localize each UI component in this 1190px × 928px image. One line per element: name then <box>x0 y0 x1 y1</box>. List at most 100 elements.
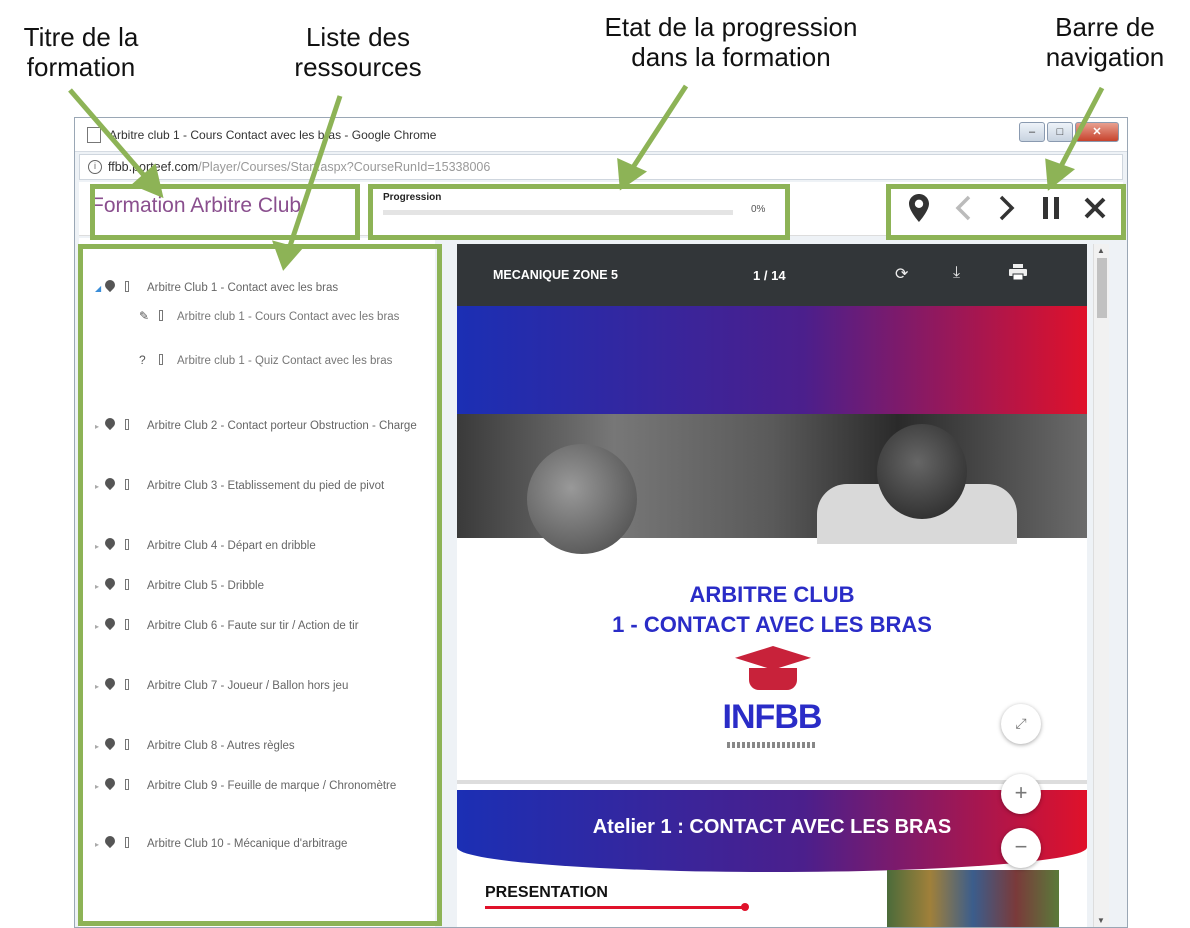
basketball-image <box>527 444 637 554</box>
location-pin-icon <box>102 615 118 631</box>
download-icon[interactable]: ⤓ <box>953 264 960 282</box>
location-pin-icon <box>102 735 118 751</box>
checkbox-icon <box>125 779 129 790</box>
list-item[interactable]: ◢ Arbitre Club 1 - Contact avec les bras <box>95 277 431 297</box>
page-total: 14 <box>771 268 786 283</box>
presentation-heading: PRESENTATION <box>485 884 608 901</box>
list-subitem-label: Arbitre club 1 - Cours Contact avec les … <box>177 311 400 323</box>
location-pin-icon <box>102 415 118 431</box>
location-pin-icon <box>102 475 118 491</box>
list-subitem-label: Arbitre club 1 - Quiz Contact avec les b… <box>177 355 393 367</box>
expand-arrow-icon[interactable]: ▸ <box>95 678 99 695</box>
next-icon[interactable] <box>993 191 1021 225</box>
expand-arrow-icon[interactable]: ▸ <box>95 538 99 555</box>
paperclip-icon: ✎ <box>139 309 150 323</box>
expand-arrow-icon[interactable]: ▸ <box>95 478 99 495</box>
window-titlebar: Arbitre club 1 - Cours Contact avec les … <box>75 118 1127 152</box>
slide-title-line1: ARBITRE CLUB <box>689 582 855 607</box>
scroll-down-icon[interactable]: ▼ <box>1097 916 1105 925</box>
callout-course-title: Titre de la formation <box>23 22 139 82</box>
close-window-button[interactable]: ✕ <box>1075 122 1119 142</box>
window-title: Arbitre club 1 - Cours Contact avec les … <box>109 127 437 142</box>
url-path: /Player/Courses/Start.aspx?CourseRunId=1… <box>198 160 491 174</box>
viewer-scrollbar[interactable]: ▲ ▼ <box>1093 244 1109 927</box>
logo-subtitle <box>727 742 817 748</box>
slide-page: ARBITRE CLUB 1 - CONTACT AVEC LES BRAS I… <box>457 306 1087 927</box>
checkbox-icon <box>125 419 129 430</box>
list-item-label: Arbitre Club 3 - Etablissement du pied d… <box>147 480 385 492</box>
expand-arrow-icon[interactable]: ▸ <box>95 778 99 795</box>
resources-list: ◢ Arbitre Club 1 - Contact avec les bras … <box>79 238 435 927</box>
location-pin-icon <box>102 775 118 791</box>
progress-percent: 0% <box>751 204 766 215</box>
previous-icon[interactable] <box>949 191 977 225</box>
callout-progress: Etat de la progression dans la formation <box>604 12 858 72</box>
list-item[interactable]: ▸ Arbitre Club 10 - Mécanique d'arbitrage <box>95 833 431 853</box>
expand-arrow-icon[interactable]: ▸ <box>95 418 99 435</box>
list-item[interactable]: ▸ Arbitre Club 7 - Joueur / Ballon hors j… <box>95 675 431 695</box>
page-current[interactable]: 1 <box>753 268 760 283</box>
scroll-thumb[interactable] <box>1097 258 1107 318</box>
location-pin-icon <box>102 675 118 691</box>
callout-navigation: Barre de navigation <box>1045 12 1165 72</box>
expand-arrow-icon[interactable]: ▸ <box>95 618 99 635</box>
progress-label: Progression <box>383 192 442 203</box>
expand-arrow-icon[interactable]: ▸ <box>95 738 99 755</box>
list-item[interactable]: ▸ Arbitre Club 8 - Autres règles <box>95 735 431 755</box>
zoom-out-button[interactable]: − <box>1001 828 1041 868</box>
document-name: MECANIQUE ZONE 5 <box>493 268 619 282</box>
list-item[interactable]: ▸ Arbitre Club 3 - Etablissement du pied … <box>95 475 431 495</box>
maximize-button[interactable]: □ <box>1047 122 1073 142</box>
list-item-label: Arbitre Club 5 - Dribble <box>147 580 264 592</box>
list-item[interactable]: ▸ Arbitre Club 9 - Feuille de marque / Ch… <box>95 775 431 795</box>
list-item[interactable]: ▸ Arbitre Club 6 - Faute sur tir / Action… <box>95 615 431 635</box>
rotate-icon[interactable]: ⟳ <box>895 264 908 284</box>
close-icon[interactable] <box>1081 191 1109 225</box>
url-host: ffbb.porteef.com <box>108 160 199 174</box>
location-pin-icon <box>102 535 118 551</box>
callout-resources-list: Liste des ressources <box>294 22 422 82</box>
list-item-label: Arbitre Club 9 - Feuille de marque / Chr… <box>147 780 397 792</box>
address-bar[interactable]: i ffbb.porteef.com /Player/Courses/Start… <box>79 154 1123 180</box>
list-item-label: Arbitre Club 4 - Départ en dribble <box>147 540 316 552</box>
progress-bar <box>383 210 733 215</box>
checkbox-icon <box>125 837 129 848</box>
location-pin-icon <box>102 833 118 849</box>
minimize-button[interactable]: – <box>1019 122 1045 142</box>
list-item[interactable]: ▸ Arbitre Club 2 - Contact porteur Obstru… <box>95 415 431 435</box>
infbb-logo: INFBB <box>722 698 823 736</box>
expand-arrow-icon[interactable]: ▸ <box>95 578 99 595</box>
presentation-underline <box>485 906 747 909</box>
location-pin-icon <box>102 575 118 591</box>
info-icon[interactable]: i <box>88 160 102 174</box>
checkbox-icon <box>159 310 163 321</box>
slide-title: ARBITRE CLUB 1 - CONTACT AVEC LES BRAS <box>457 580 1087 640</box>
print-icon[interactable] <box>1009 264 1027 285</box>
zoom-in-button[interactable]: + <box>1001 774 1041 814</box>
list-item[interactable]: ▸ Arbitre Club 4 - Départ en dribble <box>95 535 431 555</box>
checkbox-icon <box>125 579 129 590</box>
expand-arrow-icon[interactable]: ▸ <box>95 836 99 853</box>
checkbox-icon <box>125 539 129 550</box>
list-item-label: Arbitre Club 8 - Autres règles <box>147 740 295 752</box>
document-icon <box>87 126 101 143</box>
list-item-label: Arbitre Club 6 - Faute sur tir / Action … <box>147 620 359 632</box>
list-item-label: Arbitre Club 7 - Joueur / Ballon hors je… <box>147 680 349 692</box>
fit-page-button[interactable]: ⤢ <box>1001 704 1041 744</box>
location-pin-icon[interactable] <box>905 191 933 225</box>
list-item[interactable]: ▸ Arbitre Club 5 - Dribble <box>95 575 431 595</box>
list-subitem[interactable]: ? Arbitre club 1 - Quiz Contact avec les … <box>139 352 429 370</box>
expand-arrow-icon[interactable]: ◢ <box>95 280 101 297</box>
list-subitem[interactable]: ✎ Arbitre club 1 - Cours Contact avec les… <box>139 308 429 326</box>
presentation-underline-dot <box>741 903 749 911</box>
pause-icon[interactable] <box>1037 191 1065 225</box>
scroll-up-icon[interactable]: ▲ <box>1097 246 1105 255</box>
crowd-photo <box>887 870 1059 927</box>
course-title: Formation Arbitre Club <box>91 194 302 217</box>
location-pin-icon <box>102 277 118 293</box>
player-header: Formation Arbitre Club Progression 0% <box>79 182 1123 236</box>
basketball-photo <box>457 414 1087 554</box>
progress-section: Progression 0% <box>377 190 785 226</box>
page-separator: / <box>763 268 768 283</box>
navigation-bar <box>897 188 1117 228</box>
